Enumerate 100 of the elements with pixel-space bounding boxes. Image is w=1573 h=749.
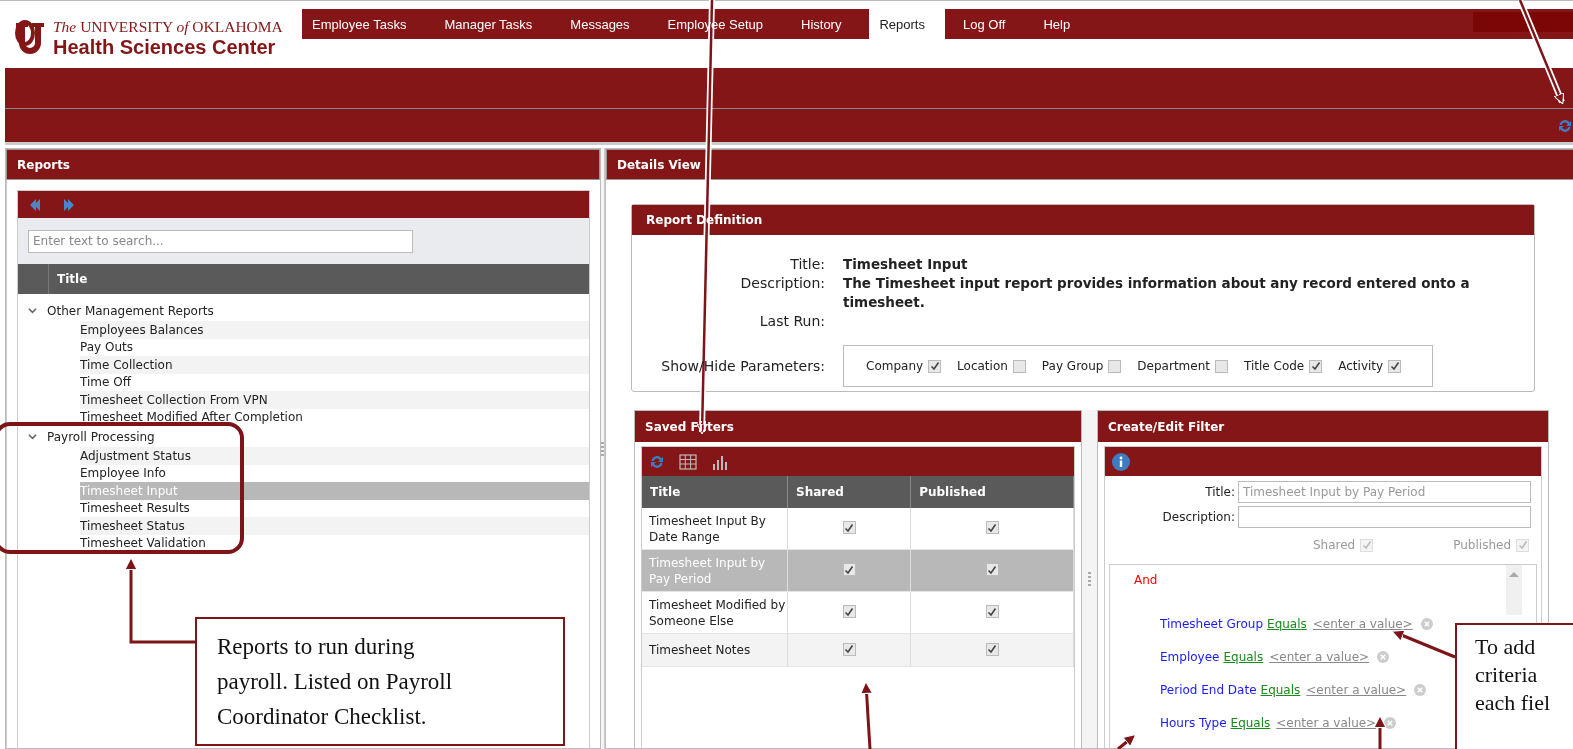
panel-title: Reports	[6, 149, 600, 180]
checkbox[interactable]	[985, 563, 999, 577]
annotation-arrow	[1117, 733, 1137, 749]
description-field[interactable]	[1238, 506, 1531, 528]
table-cell: Timesheet Modified by Someone Else	[642, 591, 788, 634]
checkbox[interactable]	[1108, 359, 1122, 373]
operator-link[interactable]: Equals	[1260, 682, 1301, 697]
grid-icon[interactable]	[679, 453, 697, 470]
field-label: Last Run:	[758, 312, 825, 331]
column-header: Published	[910, 476, 1074, 508]
scrollbar[interactable]	[1506, 565, 1522, 615]
nav-tab[interactable]: Help	[1033, 9, 1091, 39]
refresh-icon[interactable]	[649, 453, 665, 470]
annotation-arrow	[1391, 629, 1456, 659]
value-link[interactable]: <enter a value>	[1269, 649, 1370, 664]
tree-item[interactable]: Timesheet Validation	[80, 536, 206, 551]
checkbox[interactable]	[1388, 359, 1402, 373]
table-row[interactable]: Timesheet Input By Date Range	[642, 508, 1074, 550]
column-header: Shared	[787, 476, 911, 508]
splitter-handle[interactable]	[1088, 572, 1091, 586]
criteria-field[interactable]: Timesheet Group	[1160, 616, 1264, 631]
remove-icon[interactable]	[1420, 617, 1433, 630]
tree-item[interactable]: Timesheet Status	[80, 518, 185, 533]
column-header: Title	[642, 476, 788, 508]
splitter-handle[interactable]	[601, 441, 604, 456]
checkbox[interactable]	[842, 605, 856, 619]
checkbox[interactable]	[985, 605, 999, 619]
remove-icon[interactable]	[1414, 683, 1427, 696]
nav-tab[interactable]: Reports	[869, 9, 945, 39]
logo-text: The UNIVERSITY of OKLAHOMA	[53, 18, 283, 35]
header-field[interactable]	[1473, 12, 1573, 32]
field-label: Title:	[1204, 485, 1235, 499]
nav-tab[interactable]: History	[791, 9, 862, 39]
tree-group-label: Payroll Processing	[47, 429, 155, 444]
annotation-callout: Reports to run during payroll. Listed on Payroll Coordinator Checklist.	[195, 617, 565, 746]
scroll-up-icon[interactable]	[1509, 571, 1519, 577]
panel-title: Details View	[606, 149, 1573, 180]
tree-item[interactable]: Timesheet Modified After Completion	[80, 410, 303, 425]
field-label: Description:	[1161, 510, 1235, 524]
nav-tab[interactable]: Log Off	[953, 9, 1026, 39]
value-link[interactable]: <enter a value>	[1306, 682, 1407, 697]
table-cell: Timesheet Input by Pay Period	[642, 549, 788, 592]
refresh-icon[interactable]	[1557, 117, 1573, 134]
checkbox[interactable]	[842, 563, 856, 577]
checkbox[interactable]	[842, 521, 856, 535]
criteria-field[interactable]: Hours Type	[1160, 715, 1227, 730]
table-cell: Timesheet Input By Date Range	[642, 508, 788, 550]
tree-item[interactable]: Time Collection	[80, 357, 173, 372]
checkbox[interactable]	[1309, 359, 1323, 373]
operator-link[interactable]: Equals	[1267, 616, 1307, 631]
checkbox-label: Activity	[1338, 357, 1384, 375]
checkbox[interactable]	[1012, 359, 1026, 373]
search-field[interactable]: Enter text to search...	[28, 229, 413, 253]
checkbox[interactable]	[1215, 359, 1228, 373]
tree-item[interactable]: Timesheet Results	[80, 501, 190, 516]
checkbox-label: Pay Group	[1041, 357, 1104, 375]
annotation-callout: To add criteria each fiel	[1455, 623, 1573, 749]
tree-group-label: Other Management Reports	[47, 303, 214, 318]
annotation-arrow	[860, 681, 874, 749]
checkbox-label: Company	[866, 357, 924, 375]
checkbox-label: Published	[1453, 538, 1511, 552]
checkbox-label: Department	[1137, 357, 1210, 375]
checkbox[interactable]	[842, 642, 856, 656]
criteria-field[interactable]: Employee	[1160, 649, 1220, 664]
tree-item[interactable]: Pay Outs	[80, 340, 133, 355]
annotation-arrow	[1373, 715, 1387, 749]
value-link[interactable]: <enter a value>	[1276, 715, 1377, 730]
field-label: Title:	[789, 255, 825, 274]
table-row[interactable]: Timesheet Notes	[642, 633, 1074, 667]
nav-tab[interactable]: Manager Tasks	[434, 9, 553, 39]
tree-item[interactable]: Time Off	[80, 375, 131, 390]
chevron-down-icon[interactable]	[28, 432, 37, 441]
operator-link[interactable]: Equals	[1230, 715, 1271, 730]
checkbox-label: Shared	[1312, 538, 1356, 552]
criteria-field[interactable]: Period End Date	[1160, 682, 1257, 697]
field-value: Timesheet Input	[843, 256, 968, 272]
operator-label[interactable]: And	[1134, 573, 1158, 587]
field-label: Description:	[739, 274, 825, 293]
chevron-down-icon[interactable]	[28, 306, 37, 315]
operator-link[interactable]: Equals	[1223, 649, 1264, 664]
tree-group[interactable]: Payroll Processing	[18, 426, 589, 447]
tree-item[interactable]: Adjustment Status	[80, 448, 191, 463]
remove-icon[interactable]	[1377, 650, 1390, 663]
checkbox[interactable]	[985, 642, 999, 656]
nav-tab[interactable]: Messages	[560, 9, 650, 39]
bar-chart-icon[interactable]	[711, 453, 729, 470]
tree-item[interactable]: Employee Info	[80, 466, 166, 481]
info-icon[interactable]	[1112, 452, 1130, 471]
field-value: The Timesheet input report provides information about any record entered onto a timesheet.	[843, 275, 1470, 310]
value-link[interactable]: <enter a value>	[1312, 616, 1413, 631]
table-cell: Timesheet Notes	[642, 633, 788, 667]
checkbox[interactable]	[928, 359, 942, 373]
checkbox[interactable]	[985, 521, 999, 535]
table-row[interactable]: Timesheet Modified by Someone Else	[642, 591, 1074, 634]
logo-text: Health Sciences Center	[53, 35, 277, 59]
panel-title: Create/Edit Filter	[1098, 411, 1548, 442]
nav-tab[interactable]: Employee Tasks	[302, 9, 427, 39]
remove-icon[interactable]	[1384, 716, 1397, 729]
checkbox-label: Location	[957, 357, 1008, 375]
tree-group[interactable]: Other Management Reports	[18, 300, 589, 321]
